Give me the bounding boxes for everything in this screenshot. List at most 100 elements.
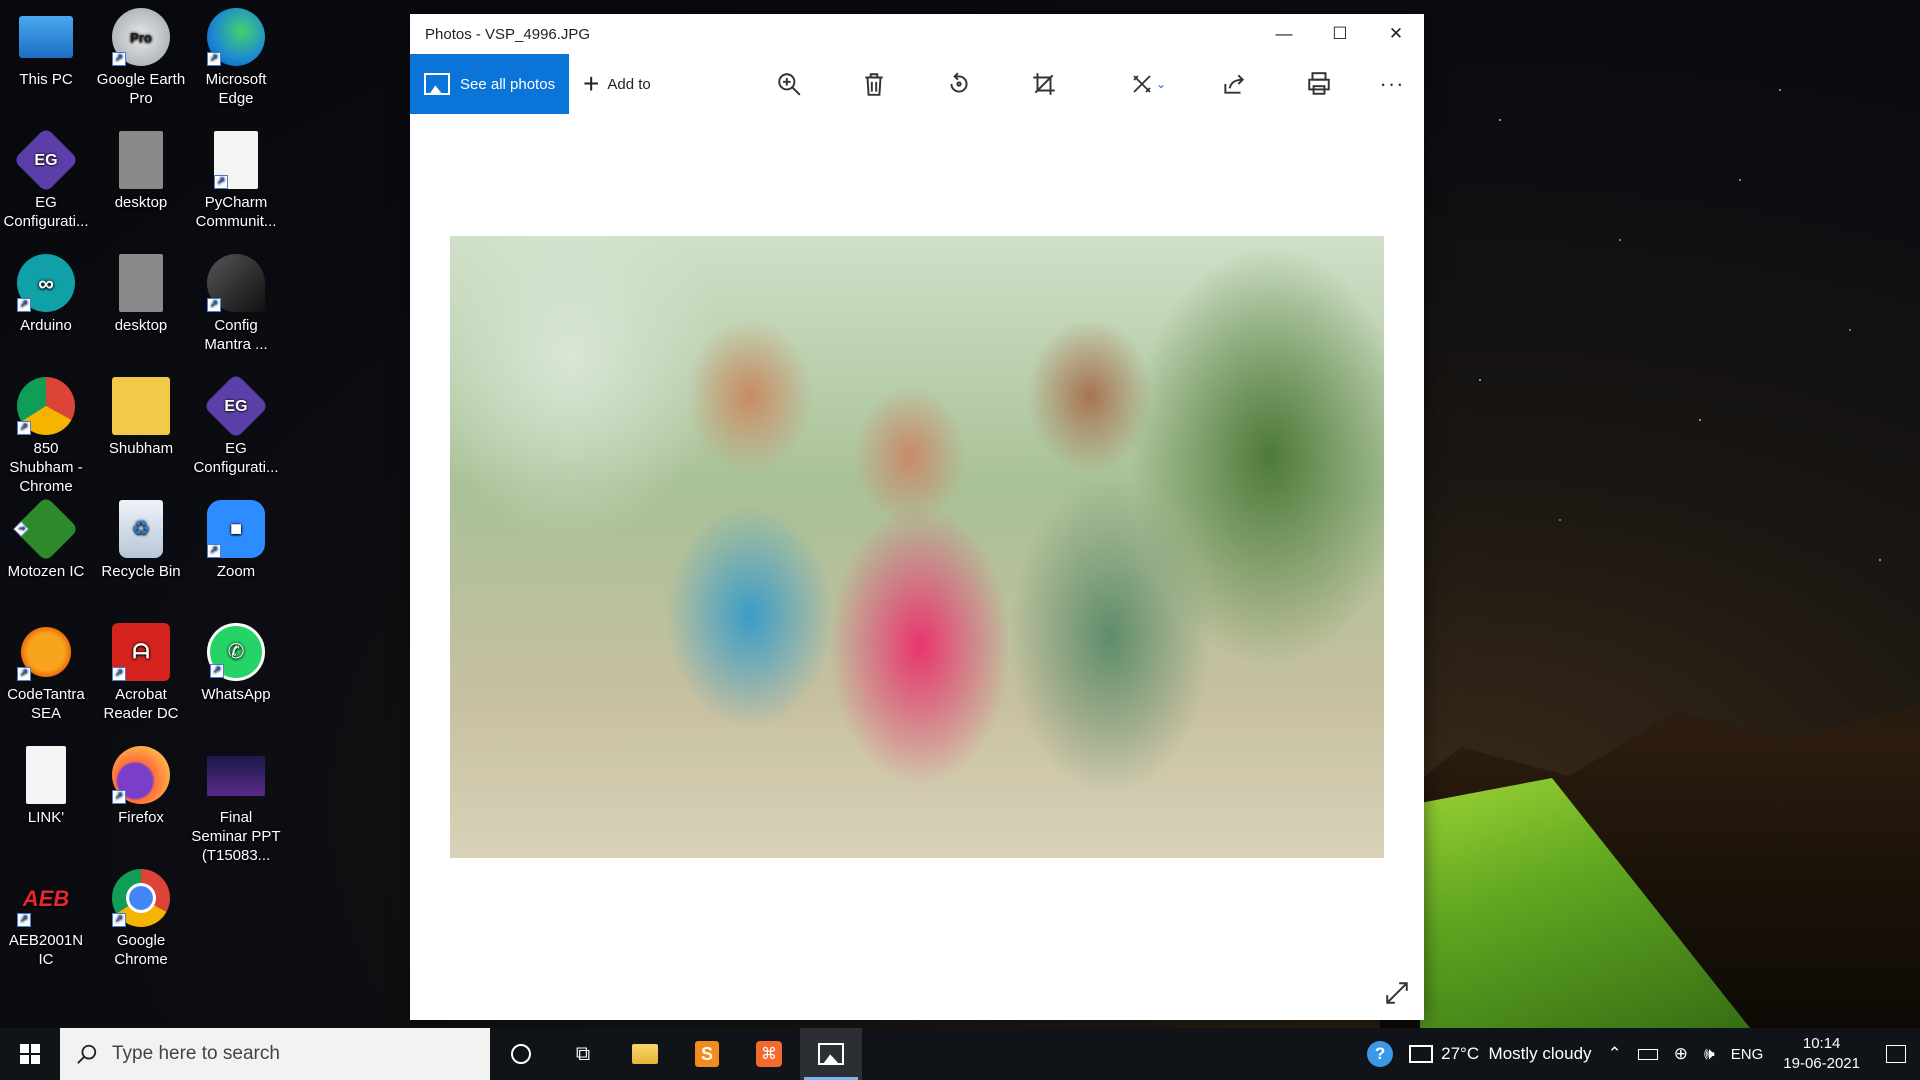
close-button[interactable]: ✕ xyxy=(1368,14,1424,54)
start-button[interactable] xyxy=(0,1028,60,1080)
photos-window: Photos - VSP_4996.JPG — ☐ ✕ See all phot… xyxy=(410,14,1424,1020)
arduino-icon: ∞ ↗ xyxy=(17,254,75,312)
zoom-button[interactable] xyxy=(773,68,805,100)
whatsapp-icon: ✆ ↗ xyxy=(207,623,265,681)
desktop-icon-label: Zoom xyxy=(216,563,256,580)
desktop-icon-zoom[interactable]: ■ ↗ Zoom xyxy=(190,500,282,581)
title-bar[interactable]: Photos - VSP_4996.JPG — ☐ ✕ xyxy=(410,14,1424,54)
xampp-icon: ⌘ xyxy=(756,1041,782,1067)
desktop-icon-codetantra[interactable]: ↗ CodeTantra SEA xyxy=(0,623,92,723)
network-tray-button[interactable]: ⊕ xyxy=(1666,1044,1696,1064)
close-icon: ✕ xyxy=(1388,24,1404,43)
taskbar: Type here to search ⧉ S ⌘ ? 27°C Mostly … xyxy=(0,1028,1920,1080)
family-photo xyxy=(450,236,1384,858)
desktop-icon-whatsapp[interactable]: ✆ ↗ WhatsApp xyxy=(190,623,282,704)
desktop-icon-config-mantra[interactable]: ↗ Config Mantra ... xyxy=(190,254,282,354)
see-all-photos-button[interactable]: See all photos xyxy=(410,54,569,114)
help-tray-button[interactable]: ? xyxy=(1359,1041,1401,1067)
photos-app-icon xyxy=(818,1043,844,1065)
weather-widget[interactable]: 27°C Mostly cloudy xyxy=(1401,1044,1599,1064)
taskbar-search[interactable]: Type here to search xyxy=(60,1028,490,1080)
user-folder-icon xyxy=(112,377,170,435)
print-button[interactable] xyxy=(1303,68,1335,100)
add-to-button[interactable]: + Add to xyxy=(583,70,651,98)
share-button[interactable] xyxy=(1218,68,1250,100)
desktop-icon-label: EG Configurati... xyxy=(193,440,279,476)
aeb-badge: AEB xyxy=(22,885,70,911)
desktop-icon-motozen-ic[interactable]: ↗ Motozen IC xyxy=(0,496,92,581)
clock-time: 10:14 xyxy=(1802,1035,1841,1052)
desktop-icon-desktop-1[interactable]: desktop xyxy=(95,131,187,212)
system-tray: ? 27°C Mostly cloudy ⌃ ⊕ 🕪 ENG 10:14 19-… xyxy=(1359,1028,1920,1080)
desktop-icon-label: desktop xyxy=(114,317,168,334)
rotate-button[interactable] xyxy=(943,68,975,100)
more-options-button[interactable]: ··· xyxy=(1376,68,1408,100)
desktop-icon-label: This PC xyxy=(19,71,73,88)
minimize-button[interactable]: — xyxy=(1256,14,1312,54)
zoom-in-icon xyxy=(778,73,801,96)
desktop-icon-shubham-chrome[interactable]: ↗ 850 Shubham - Chrome xyxy=(0,377,92,496)
action-center-button[interactable] xyxy=(1872,1028,1920,1080)
desktop-icon-eg-configuration-2[interactable]: EG EG Configurati... xyxy=(190,373,282,477)
desktop-icon-desktop-2[interactable]: desktop xyxy=(95,254,187,335)
more-icon: ··· xyxy=(1379,71,1405,96)
show-hidden-icons-button[interactable]: ⌃ xyxy=(1600,1044,1630,1064)
desktop-icon-label: Google Chrome xyxy=(114,932,168,968)
edit-create-button[interactable]: ⌄ xyxy=(1123,68,1173,100)
battery-tray-button[interactable] xyxy=(1630,1048,1666,1060)
desktop-icon-recycle-bin[interactable]: ♻ Recycle Bin xyxy=(95,500,187,581)
weather-text: 27°C Mostly cloudy xyxy=(1441,1044,1592,1063)
printer-icon xyxy=(1308,72,1330,95)
desktop-icon-google-chrome[interactable]: ↗ Google Chrome xyxy=(95,869,187,969)
language-text: ENG xyxy=(1730,1045,1764,1063)
maximize-button[interactable]: ☐ xyxy=(1312,14,1368,54)
desktop-icon-label: Arduino xyxy=(20,317,72,334)
desktop-icon-pycharm[interactable]: ↗ PyCharm Communit... xyxy=(190,131,282,231)
news-icon xyxy=(1409,1045,1434,1063)
file-explorer-taskbar[interactable] xyxy=(614,1028,676,1080)
desktop-icon-final-seminar-ppt[interactable]: Final Seminar PPT (T15083... xyxy=(190,746,282,865)
battery-icon xyxy=(1637,1048,1658,1060)
desktop-icon-arduino[interactable]: ∞ ↗ Arduino xyxy=(0,254,92,335)
fullscreen-button[interactable] xyxy=(1384,980,1410,1006)
crop-button[interactable] xyxy=(1028,68,1060,100)
xampp-taskbar[interactable]: ⌘ xyxy=(738,1028,800,1080)
chrome-icon: ↗ xyxy=(112,869,170,927)
desktop-icon-label: Final Seminar PPT (T15083... xyxy=(191,809,281,864)
trash-icon xyxy=(865,73,883,96)
task-view-icon: ⧉ xyxy=(575,1042,591,1065)
minimize-icon: — xyxy=(1275,24,1293,43)
desktop-icon-label: Config Mantra ... xyxy=(204,317,268,353)
cortana-button[interactable] xyxy=(490,1028,552,1080)
photo-viewer[interactable] xyxy=(410,114,1424,1020)
delete-button[interactable] xyxy=(858,68,890,100)
desktop-icon-shubham-folder[interactable]: Shubham xyxy=(95,377,187,458)
desktop-icon-aeb2001n[interactable]: AEB ↗ AEB2001N IC xyxy=(0,869,92,969)
photos-taskbar[interactable] xyxy=(800,1028,862,1080)
language-indicator[interactable]: ENG xyxy=(1723,1046,1772,1063)
desktop-icon-label: Shubham xyxy=(108,440,174,457)
notification-icon xyxy=(1886,1045,1906,1063)
firefox-icon: ↗ xyxy=(112,746,170,804)
file-icon: ↗ xyxy=(214,131,258,189)
desktop-icon-acrobat-reader[interactable]: ᗩ ↗ Acrobat Reader DC xyxy=(95,623,187,723)
task-view-button[interactable]: ⧉ xyxy=(552,1028,614,1080)
desktop-icon-label: 850 Shubham - Chrome xyxy=(9,440,83,495)
chevron-up-icon: ⌃ xyxy=(1607,1044,1622,1063)
computer-icon xyxy=(19,16,73,58)
clock[interactable]: 10:14 19-06-2021 xyxy=(1771,1034,1872,1074)
desktop-icon-link[interactable]: LINK' xyxy=(0,746,92,827)
desktop-icon-label: AEB2001N IC xyxy=(8,932,84,968)
desktop-icon-microsoft-edge[interactable]: ↗ Microsoft Edge xyxy=(190,8,282,108)
eg-icon: EG xyxy=(13,127,79,193)
sublime-text-taskbar[interactable]: S xyxy=(676,1028,738,1080)
search-icon xyxy=(77,1044,97,1064)
desktop-icon-eg-configuration[interactable]: EG EG Configurati... xyxy=(0,127,92,231)
file-icon xyxy=(26,746,66,804)
desktop-icon-label: PyCharm Communit... xyxy=(195,194,277,230)
volume-tray-button[interactable]: 🕪 xyxy=(1696,1044,1723,1064)
desktop-icon-firefox[interactable]: ↗ Firefox xyxy=(95,746,187,827)
desktop-icon-label: Acrobat Reader DC xyxy=(103,686,179,722)
desktop-icon-this-pc[interactable]: This PC xyxy=(0,8,92,89)
desktop-icon-google-earth-pro[interactable]: Pro ↗ Google Earth Pro xyxy=(95,8,187,108)
